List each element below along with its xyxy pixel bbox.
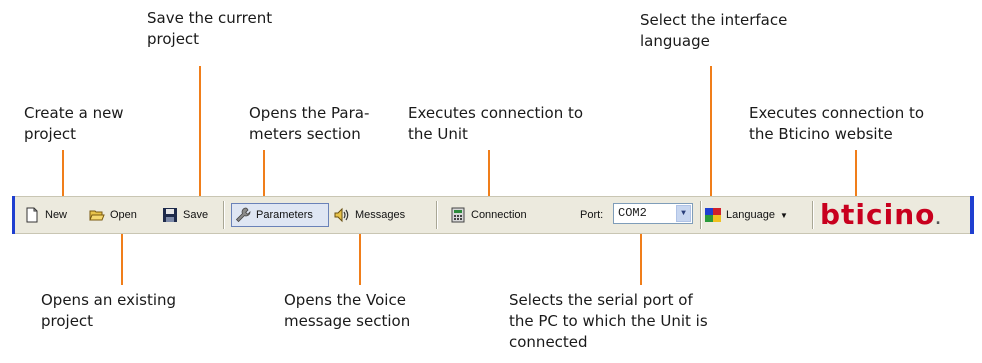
connection-label: Connection (471, 209, 527, 221)
leader-port (640, 233, 642, 285)
parameters-button[interactable]: Parameters (231, 203, 329, 227)
save-disk-icon (162, 207, 178, 223)
port-select[interactable]: COM2 ▼ (613, 203, 693, 224)
callout-save: Save the current project (147, 9, 273, 48)
parameters-wrench-icon (235, 207, 251, 223)
language-flag-icon (705, 207, 721, 223)
bticino-logo[interactable]: bticino. (820, 200, 960, 230)
leader-messages (359, 233, 361, 285)
toolbar-separator (436, 201, 437, 229)
language-button[interactable]: Language ▼ (705, 203, 788, 227)
toolbar-separator (812, 201, 813, 229)
toolbar-separator (700, 201, 701, 229)
new-label: New (45, 209, 68, 221)
speaker-icon (334, 207, 350, 223)
callout-language: Select the interface language (640, 11, 788, 50)
messages-label: Messages (355, 209, 406, 221)
leader-website (855, 150, 857, 197)
save-button[interactable]: Save (162, 203, 208, 227)
leader-open (121, 233, 123, 285)
save-label: Save (183, 209, 209, 221)
toolbar-separator (223, 201, 224, 229)
open-label: Open (110, 209, 137, 221)
open-folder-icon (89, 207, 105, 223)
leader-language (710, 66, 712, 197)
leader-save (199, 66, 201, 197)
messages-button[interactable]: Messages (334, 203, 405, 227)
leader-parameters (263, 150, 265, 197)
callout-new: Create a new project (24, 104, 124, 143)
callout-connection: Executes connection to the Unit (408, 104, 584, 143)
connection-button[interactable]: Connection (450, 203, 527, 227)
open-button[interactable]: Open (89, 203, 137, 227)
toolbar-right-edge (970, 196, 974, 234)
toolbar-left-edge (12, 196, 15, 234)
language-label: Language (726, 209, 775, 221)
new-button[interactable]: New (24, 203, 67, 227)
chevron-down-icon[interactable]: ▼ (676, 205, 691, 222)
port-label: Port: (580, 209, 604, 221)
callout-open: Opens an existing project (41, 291, 177, 330)
chevron-down-icon: ▼ (779, 210, 788, 220)
port-value: COM2 (618, 206, 647, 220)
leader-new (62, 150, 64, 197)
connection-icon (450, 207, 466, 223)
parameters-label: Parameters (256, 209, 313, 221)
callout-parameters: Opens the Para- meters section (249, 104, 370, 143)
callout-port: Selects the serial port of the PC to whi… (509, 291, 708, 351)
new-document-icon (24, 207, 40, 223)
callout-website: Executes connection to the Bticino websi… (749, 104, 925, 143)
leader-connection (488, 150, 490, 197)
callout-messages: Opens the Voice message section (284, 291, 411, 330)
